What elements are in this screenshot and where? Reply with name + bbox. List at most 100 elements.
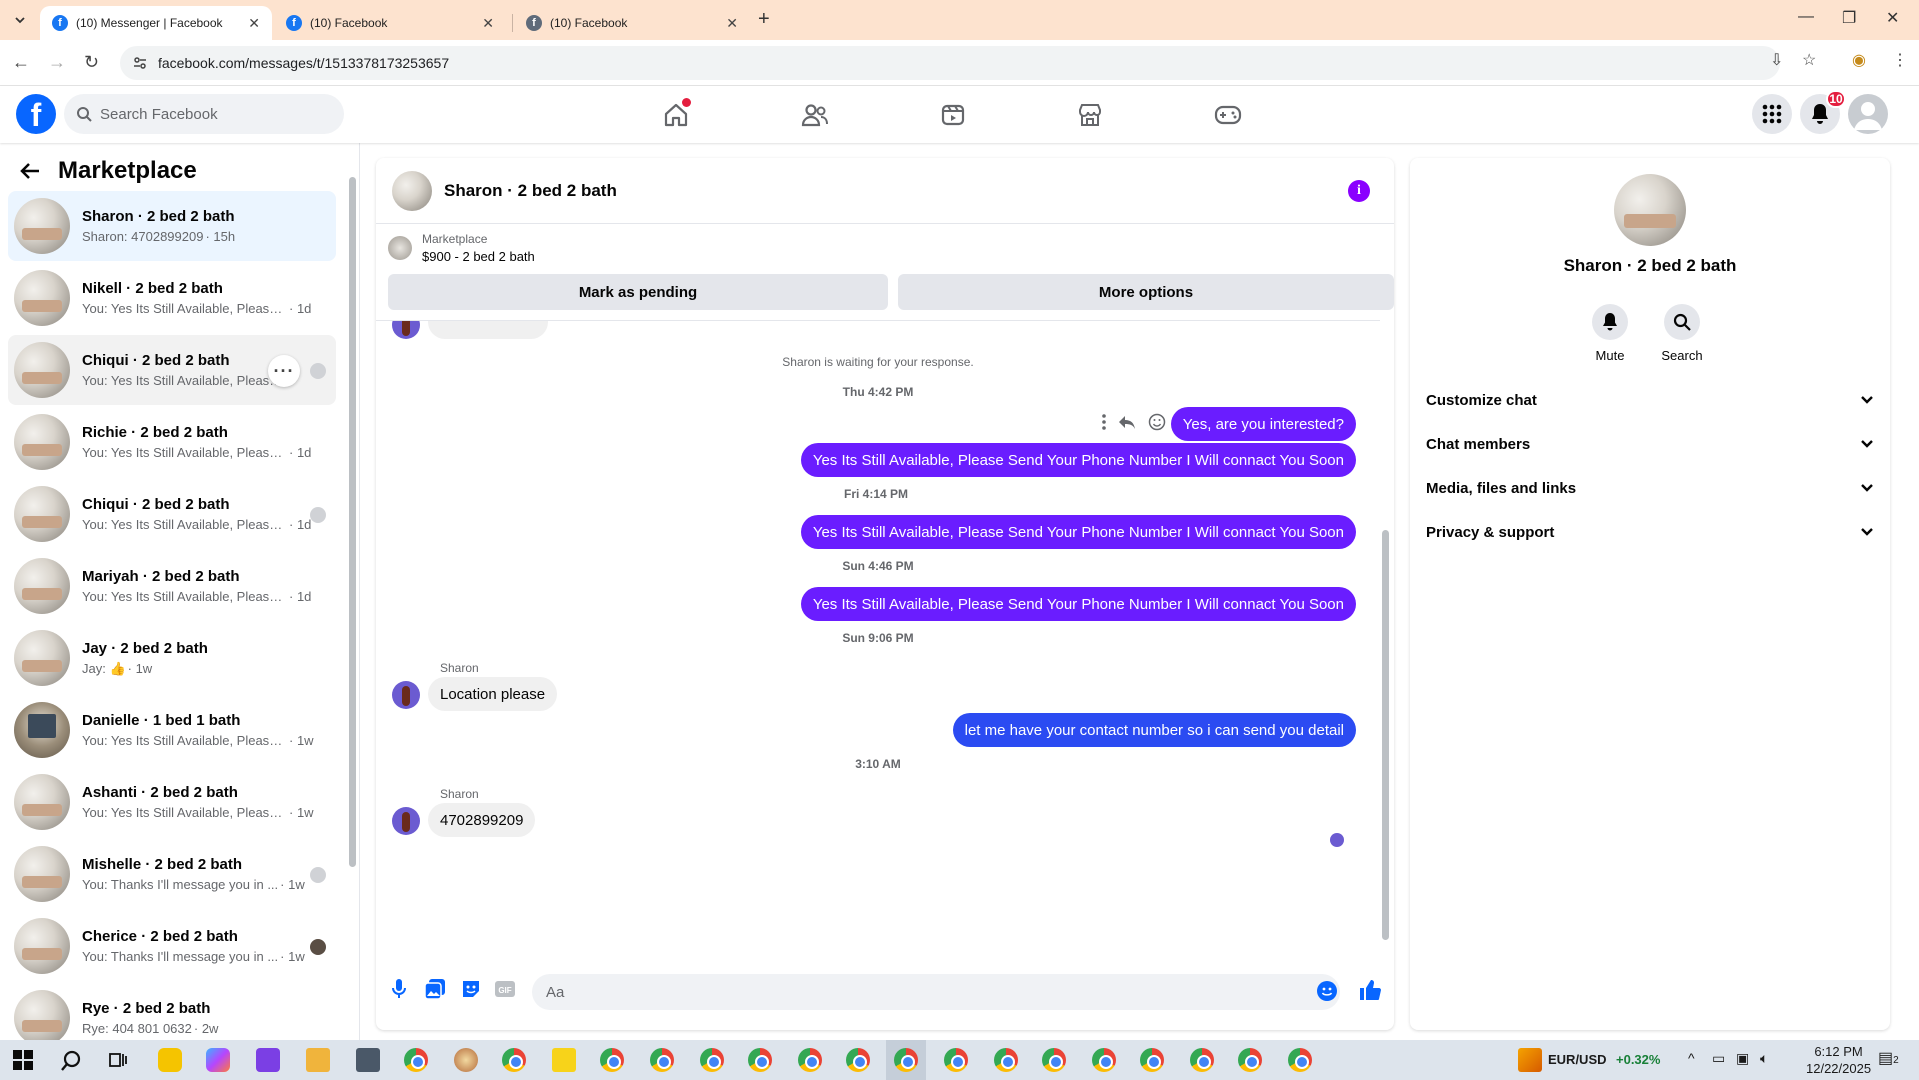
chat-title[interactable]: Sharon · 2 bed 2 bath <box>444 181 617 201</box>
facebook-search-input[interactable]: Search Facebook <box>64 94 344 134</box>
conversation-item[interactable]: Cherice · 2 bed 2 bath You: Thanks I'll … <box>8 911 336 981</box>
chrome-icon[interactable] <box>650 1048 674 1072</box>
notification-center-icon[interactable]: ▤2 <box>1878 1048 1899 1068</box>
app-icon[interactable] <box>356 1048 380 1072</box>
message-input[interactable]: Aa <box>532 974 1340 1010</box>
thumbs-up-icon[interactable] <box>1358 978 1382 1002</box>
chrome-icon[interactable] <box>600 1048 624 1072</box>
gif-icon[interactable]: GIF <box>494 978 516 1000</box>
incoming-message[interactable]: Location please <box>428 677 558 711</box>
listing-summary[interactable]: Marketplace $900 - 2 bed 2 bath <box>388 232 535 264</box>
tab-search-chevron-icon[interactable] <box>8 9 32 31</box>
incoming-message[interactable]: 4702899209 <box>428 803 536 837</box>
taskbar-search-icon[interactable] <box>60 1050 82 1072</box>
chrome-icon[interactable] <box>846 1048 870 1072</box>
bookmark-star-icon[interactable]: ☆ <box>1802 50 1816 70</box>
chrome-icon[interactable] <box>1042 1048 1066 1072</box>
emoji-icon[interactable] <box>1316 980 1338 1002</box>
conversation-options-button[interactable]: ··· <box>268 355 300 387</box>
outgoing-message[interactable]: Yes Its Still Available, Please Send You… <box>800 515 1356 549</box>
gaming-nav-icon[interactable] <box>1211 98 1245 132</box>
notifications-button[interactable]: 10 <box>1800 90 1846 134</box>
outgoing-message[interactable]: Yes Its Still Available, Please Send You… <box>800 443 1356 477</box>
sticky-notes-icon[interactable] <box>552 1048 576 1072</box>
conversation-item[interactable]: Rye · 2 bed 2 bath Rye: 404 801 0632 · 2w <box>8 983 336 1040</box>
back-arrow-icon[interactable]: ← <box>12 52 30 73</box>
microphone-icon[interactable] <box>390 978 408 1000</box>
chrome-icon[interactable] <box>502 1048 526 1072</box>
profile-avatar[interactable] <box>1614 174 1686 246</box>
reload-icon[interactable]: ↻ <box>84 52 99 73</box>
more-options-button[interactable]: More options <box>898 274 1394 310</box>
facebook-logo[interactable]: f <box>16 94 56 134</box>
site-info-icon[interactable] <box>132 55 148 71</box>
scrollbar-thumb[interactable] <box>1382 530 1389 940</box>
app-icon[interactable] <box>256 1048 280 1072</box>
chrome-icon[interactable] <box>994 1048 1018 1072</box>
close-window-icon[interactable]: ✕ <box>1886 8 1899 28</box>
speaker-icon[interactable]: 🔈︎ <box>1760 1050 1768 1067</box>
media-files-links-section[interactable]: Media, files and links <box>1426 468 1874 508</box>
photo-icon[interactable] <box>424 978 446 1000</box>
incoming-message-cut[interactable] <box>428 321 548 339</box>
marketplace-nav-icon[interactable] <box>1073 98 1107 132</box>
conversation-item[interactable]: Jay · 2 bed 2 bath Jay: 👍 · 1w <box>8 623 336 693</box>
scrollbar-thumb[interactable] <box>349 177 356 867</box>
outgoing-message[interactable]: let me have your contact number so i can… <box>952 713 1356 747</box>
outgoing-message[interactable]: Yes, are you interested? <box>1170 407 1356 441</box>
chrome-icon[interactable] <box>1092 1048 1116 1072</box>
friends-nav-icon[interactable] <box>798 98 832 132</box>
stock-widget-icon[interactable] <box>1518 1048 1542 1072</box>
new-tab-icon[interactable]: + <box>758 8 770 31</box>
profile-icon[interactable]: ◉ <box>1852 50 1866 70</box>
back-arrow-icon[interactable] <box>20 162 40 180</box>
restore-icon[interactable]: ❐ <box>1842 8 1856 28</box>
chrome-icon[interactable] <box>748 1048 772 1072</box>
chat-avatar[interactable] <box>392 170 432 211</box>
close-tab-icon[interactable]: ✕ <box>726 15 738 32</box>
mute-action[interactable]: Mute <box>1570 304 1650 363</box>
forward-arrow-icon[interactable]: → <box>48 52 66 73</box>
conversation-item[interactable]: Sharon · 2 bed 2 bath Sharon: 4702899209… <box>8 191 336 261</box>
video-nav-icon[interactable] <box>936 98 970 132</box>
task-view-icon[interactable] <box>108 1050 128 1070</box>
install-app-icon[interactable]: ⇩ <box>1770 50 1783 70</box>
app-icon[interactable] <box>454 1048 478 1072</box>
chrome-icon[interactable] <box>1190 1048 1214 1072</box>
privacy-support-section[interactable]: Privacy & support <box>1426 512 1874 552</box>
chat-members-section[interactable]: Chat members <box>1426 424 1874 464</box>
sticker-icon[interactable] <box>460 978 482 1000</box>
browser-tab-messenger[interactable]: f (10) Messenger | Facebook ✕ <box>40 6 272 40</box>
mark-as-pending-button[interactable]: Mark as pending <box>388 274 888 310</box>
conversation-item[interactable]: Ashanti · 2 bed 2 bath You: Yes Its Stil… <box>8 767 336 837</box>
chrome-icon[interactable] <box>700 1048 724 1072</box>
close-tab-icon[interactable]: ✕ <box>248 15 260 32</box>
conversation-item[interactable]: Mishelle · 2 bed 2 bath You: Thanks I'll… <box>8 839 336 909</box>
chrome-icon[interactable] <box>1288 1048 1312 1072</box>
message-thread-scrollbar[interactable] <box>1380 320 1390 952</box>
chrome-icon[interactable] <box>1238 1048 1262 1072</box>
reply-icon[interactable] <box>1118 414 1136 430</box>
conversation-item[interactable]: Danielle · 1 bed 1 bath You: Yes Its Sti… <box>8 695 336 765</box>
conversation-info-icon[interactable]: i <box>1348 180 1370 202</box>
ticker-symbol[interactable]: EUR/USD <box>1548 1052 1607 1067</box>
tray-app-icon[interactable]: ▭ <box>1712 1050 1725 1067</box>
ticker-change[interactable]: +0.32% <box>1616 1052 1660 1067</box>
copilot-icon[interactable] <box>206 1048 230 1072</box>
chrome-icon[interactable] <box>798 1048 822 1072</box>
clock[interactable]: 6:12 PM 12/22/2025 <box>1806 1044 1871 1076</box>
more-vertical-icon[interactable] <box>1102 414 1106 430</box>
chrome-icon[interactable] <box>1140 1048 1164 1072</box>
account-avatar[interactable] <box>1848 94 1888 134</box>
browser-tab-facebook-1[interactable]: f (10) Facebook ✕ <box>274 6 506 40</box>
menu-grid-button[interactable] <box>1752 94 1792 134</box>
chrome-icon[interactable] <box>944 1048 968 1072</box>
network-icon[interactable]: ▣ <box>1736 1050 1749 1067</box>
browser-menu-icon[interactable]: ⋮ <box>1892 50 1908 70</box>
conversation-item[interactable]: Chiqui · 2 bed 2 bath You: Yes Its Still… <box>8 335 336 405</box>
windows-start-icon[interactable] <box>13 1050 33 1070</box>
conversation-item[interactable]: Mariyah · 2 bed 2 bath You: Yes Its Stil… <box>8 551 336 621</box>
browser-tab-facebook-2[interactable]: f (10) Facebook ✕ <box>514 6 750 40</box>
conversation-item[interactable]: Richie · 2 bed 2 bath You: Yes Its Still… <box>8 407 336 477</box>
conversation-list-scrollbar[interactable] <box>348 161 356 1040</box>
